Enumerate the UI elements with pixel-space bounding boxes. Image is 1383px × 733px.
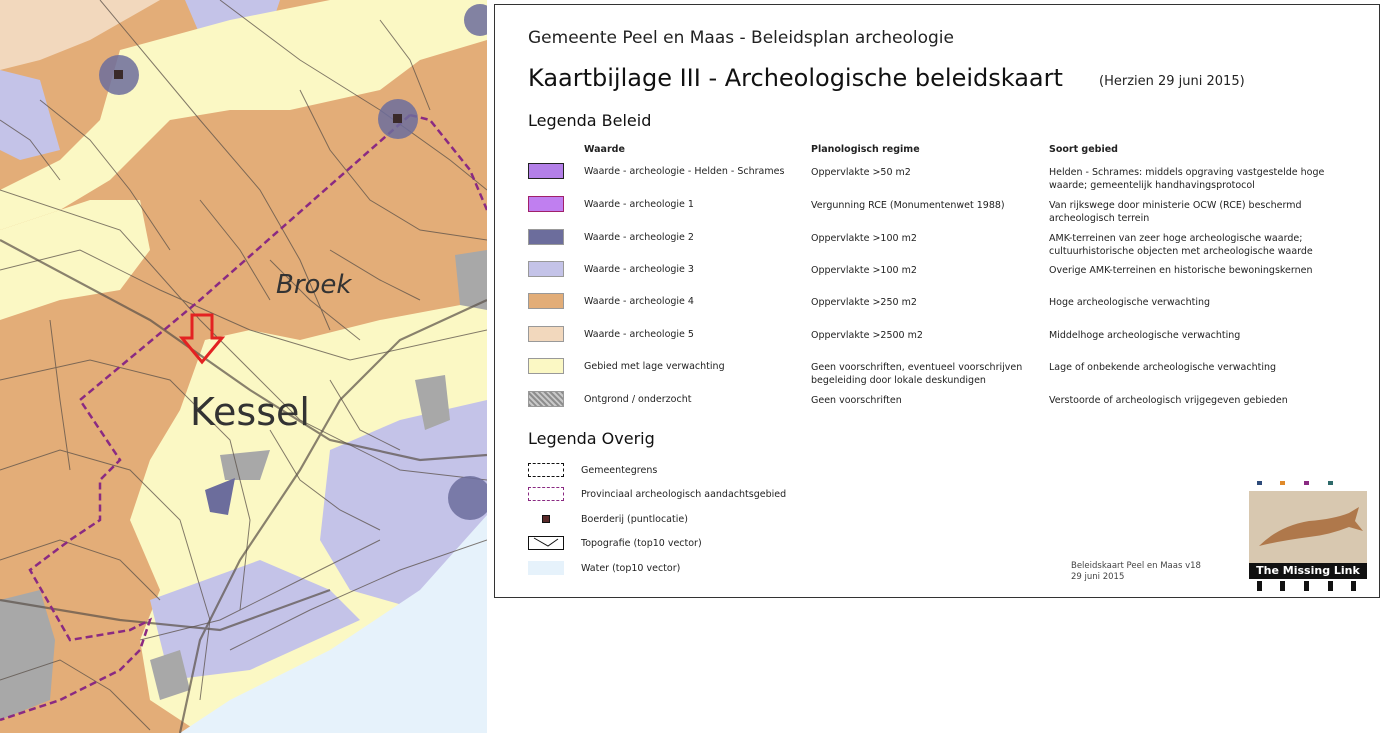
legend-revision-date: (Herzien 29 juni 2015) [1099, 74, 1245, 89]
provincial-area-icon [528, 487, 564, 501]
overig-label: Boerderij (puntlocatie) [581, 514, 688, 525]
row-soort: Van rijkswege door ministerie OCW (RCE) … [1049, 200, 1302, 224]
section-heading-beleid: Legenda Beleid [528, 111, 652, 130]
area-excavated [0, 590, 55, 720]
farm-point-icon [528, 512, 564, 526]
missing-link-logo: The Missing Link [1249, 481, 1367, 593]
water-icon [528, 561, 564, 575]
municipal-boundary-icon [528, 463, 564, 477]
row-regime: Oppervlakte >250 m2 [811, 297, 917, 308]
overig-label: Topografie (top10 vector) [581, 538, 702, 549]
topography-icon [528, 536, 564, 550]
row-soort: Hoge archeologische verwachting [1049, 297, 1211, 308]
color-swatch [528, 326, 564, 342]
color-swatch [528, 358, 564, 374]
row-regime: Oppervlakte >50 m2 [811, 167, 911, 178]
row-soort: Helden - Schrames: middels opgraving vas… [1049, 167, 1325, 191]
column-header-regime: Planologisch regime [811, 144, 920, 155]
row-regime: Geen voorschriften, eventueel voorschrij… [811, 362, 1023, 386]
row-soort: Middelhoge archeologische verwachting [1049, 330, 1241, 341]
legend-title: Kaartbijlage III - Archeologische beleid… [528, 64, 1063, 92]
row-regime: Oppervlakte >100 m2 [811, 265, 917, 276]
section-heading-overig: Legenda Overig [528, 429, 655, 448]
row-waarde: Waarde - archeologie 1 [584, 199, 694, 210]
color-swatch [528, 196, 564, 212]
row-soort: Overige AMK-terreinen en historische bew… [1049, 265, 1313, 276]
legend-subtitle: Gemeente Peel en Maas - Beleidsplan arch… [528, 28, 954, 48]
color-swatch [528, 229, 564, 245]
version-line-1: Beleidskaart Peel en Maas v18 [1071, 561, 1201, 571]
row-waarde: Ontgrond / onderzocht [584, 394, 692, 405]
row-regime: Oppervlakte >100 m2 [811, 233, 917, 244]
archaeology-map[interactable]: Broek Kessel [0, 0, 487, 733]
legend-panel: Gemeente Peel en Maas - Beleidsplan arch… [494, 4, 1380, 598]
row-waarde: Waarde - archeologie 5 [584, 329, 694, 340]
row-regime: Geen voorschriften [811, 395, 902, 406]
area-waarde-3 [0, 70, 60, 160]
color-swatch [528, 163, 564, 179]
row-waarde: Waarde - archeologie 2 [584, 232, 694, 243]
row-regime: Vergunning RCE (Monumentenwet 1988) [811, 200, 1005, 211]
row-waarde: Waarde - archeologie - Helden - Schrames [584, 166, 785, 177]
place-label-kessel: Kessel [190, 390, 310, 434]
version-note: Beleidskaart Peel en Maas v18 29 juni 20… [1071, 561, 1201, 583]
color-swatch [528, 261, 564, 277]
row-soort: Lage of onbekende archeologische verwach… [1049, 362, 1277, 373]
overig-label: Gemeentegrens [581, 465, 658, 476]
column-header-waarde: Waarde [584, 144, 625, 155]
map-canvas [0, 0, 487, 733]
column-header-soort: Soort gebied [1049, 144, 1118, 155]
overig-label: Provinciaal archeologisch aandachtsgebie… [581, 489, 787, 500]
row-waarde: Waarde - archeologie 4 [584, 296, 694, 307]
color-swatch [528, 293, 564, 309]
version-line-2: 29 juni 2015 [1071, 572, 1125, 582]
fossil-fish-icon [1249, 491, 1367, 571]
row-soort: AMK-terreinen van zeer hoge archeologisc… [1049, 233, 1313, 257]
place-label-broek: Broek [276, 270, 352, 300]
row-waarde: Gebied met lage verwachting [584, 361, 725, 372]
hatched-swatch [528, 391, 564, 407]
row-regime: Oppervlakte >2500 m2 [811, 330, 923, 341]
logo-text: The Missing Link [1249, 563, 1367, 579]
row-soort: Verstoorde of archeologisch vrijgegeven … [1049, 395, 1288, 406]
row-waarde: Waarde - archeologie 3 [584, 264, 694, 275]
overig-label: Water (top10 vector) [581, 563, 681, 574]
